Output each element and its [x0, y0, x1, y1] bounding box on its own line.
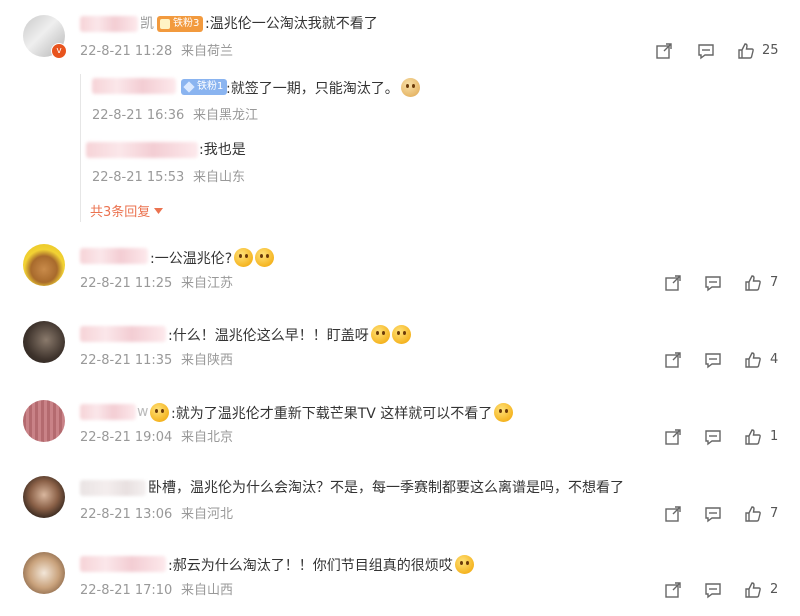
comment-date: 22-8-21 11:35: [80, 353, 173, 368]
avatar[interactable]: [23, 476, 65, 518]
share-icon[interactable]: [664, 274, 682, 292]
comment-icon[interactable]: [704, 505, 722, 523]
username[interactable]: [80, 248, 148, 264]
avatar[interactable]: [23, 321, 65, 363]
username-suffix[interactable]: w: [137, 403, 148, 421]
like-icon[interactable]: [744, 274, 762, 292]
share-icon[interactable]: [655, 42, 673, 60]
username[interactable]: [80, 16, 138, 32]
smirk-emoji-icon: [255, 248, 275, 267]
comment-actions: 25: [655, 42, 785, 62]
shrug-emoji-icon: [454, 555, 474, 574]
comment-text-content: :什么！温兆伦这么早！！盯盖呀: [168, 328, 369, 344]
reply-text-content: :就签了一期，只能淘汰了。: [226, 81, 399, 97]
comment-actions: 7: [664, 505, 784, 525]
share-icon[interactable]: [664, 351, 682, 369]
reply-date: 22-8-21 15:53: [92, 170, 185, 185]
comment-date: 22-8-21 19:04: [80, 430, 173, 445]
username[interactable]: [80, 480, 146, 496]
like-icon[interactable]: [744, 581, 762, 599]
username-suffix[interactable]: 凯: [140, 15, 154, 33]
comment-text: :一公温兆伦?: [150, 248, 275, 268]
comment-text-content: :郝云为什么淘汰了！！你们节目组真的很烦哎: [168, 558, 453, 574]
reply-location: 来自黑龙江: [193, 108, 259, 123]
fan-badge-label: 铁粉3: [173, 18, 200, 29]
comment-text: 卧槽，温兆伦为什么会淘汰？不是，每一季赛制都要这么离谱是吗，不想看了: [148, 480, 624, 496]
comment-icon[interactable]: [704, 581, 722, 599]
like-count: 7: [770, 506, 779, 521]
like-count: 1: [770, 429, 779, 444]
like-count: 2: [770, 582, 779, 597]
like-count: 25: [762, 43, 779, 58]
comment-text: :郝云为什么淘汰了！！你们节目组真的很烦哎: [168, 555, 474, 575]
avatar[interactable]: [23, 552, 65, 594]
comment-date: 22-8-21 17:10: [80, 583, 173, 598]
more-replies-label[interactable]: 共3条回复: [90, 205, 150, 220]
avatar[interactable]: [23, 400, 65, 442]
like-icon[interactable]: [744, 351, 762, 369]
comment-location: 来自陕西: [181, 353, 234, 368]
comment-location: 来自山西: [181, 583, 234, 598]
verified-icon: v: [51, 43, 67, 59]
reply-text: :就签了一期，只能淘汰了。: [226, 78, 420, 98]
comment-actions: 1: [664, 428, 784, 448]
like-count: 4: [770, 352, 779, 367]
username[interactable]: [80, 556, 166, 572]
comment-actions: 4: [664, 351, 784, 371]
shush-emoji-icon: [494, 403, 514, 422]
reply-divider: [80, 74, 81, 222]
fan-badge: 铁粉3: [157, 16, 204, 32]
confused-emoji-icon: [234, 248, 254, 267]
reply-date: 22-8-21 16:36: [92, 108, 185, 123]
like-icon[interactable]: [744, 428, 762, 446]
fan-badge-label: 铁粉1: [197, 81, 224, 92]
comment-text: :温兆伦一公淘汰我就不看了: [205, 16, 378, 32]
crying-emoji-icon: [391, 325, 411, 344]
reply-location: 来自山东: [193, 170, 246, 185]
comment-location: 来自河北: [181, 507, 234, 522]
like-count: 7: [770, 275, 779, 290]
fan-badge: 铁粉1: [181, 79, 228, 95]
username[interactable]: [80, 404, 136, 420]
chevron-down-icon[interactable]: [154, 208, 164, 215]
comment-actions: 2: [664, 581, 784, 601]
comment-date: 22-8-21 11:28: [80, 44, 173, 59]
comment-icon[interactable]: [704, 351, 722, 369]
dog-emoji-icon: [400, 78, 420, 97]
avatar[interactable]: [23, 244, 65, 286]
comment-icon[interactable]: [704, 274, 722, 292]
comment-location: 来自北京: [181, 430, 234, 445]
comment-date: 22-8-21 11:25: [80, 276, 173, 291]
comment-date: 22-8-21 13:06: [80, 507, 173, 522]
comment-location: 来自江苏: [181, 276, 234, 291]
comment-text-content: :一公温兆伦?: [150, 251, 233, 267]
comment-text: :就为了温兆伦才重新下载芒果TV 这样就可以不看了: [150, 403, 514, 423]
comment-location: 来自荷兰: [181, 44, 234, 59]
share-icon[interactable]: [664, 505, 682, 523]
diamond-icon: [183, 81, 195, 93]
reply-username[interactable]: [86, 142, 198, 158]
like-icon[interactable]: [744, 505, 762, 523]
like-icon[interactable]: [737, 42, 755, 60]
share-icon[interactable]: [664, 428, 682, 446]
comment-actions: 7: [664, 274, 784, 294]
comment-icon[interactable]: [697, 42, 715, 60]
more-replies-link[interactable]: 共3条回复: [90, 205, 164, 221]
comment-icon[interactable]: [704, 428, 722, 446]
reply-username[interactable]: [92, 78, 176, 94]
comment-text-content: :就为了温兆伦才重新下载芒果TV 这样就可以不看了: [171, 406, 493, 422]
crying-emoji-icon: [370, 325, 390, 344]
heart-eyes-emoji-icon: [150, 403, 169, 422]
username[interactable]: [80, 326, 166, 342]
share-icon[interactable]: [664, 581, 682, 599]
comment-text: :什么！温兆伦这么早！！盯盖呀: [168, 325, 411, 345]
reply-text: :我也是: [199, 142, 246, 158]
crown-icon: [160, 19, 170, 29]
